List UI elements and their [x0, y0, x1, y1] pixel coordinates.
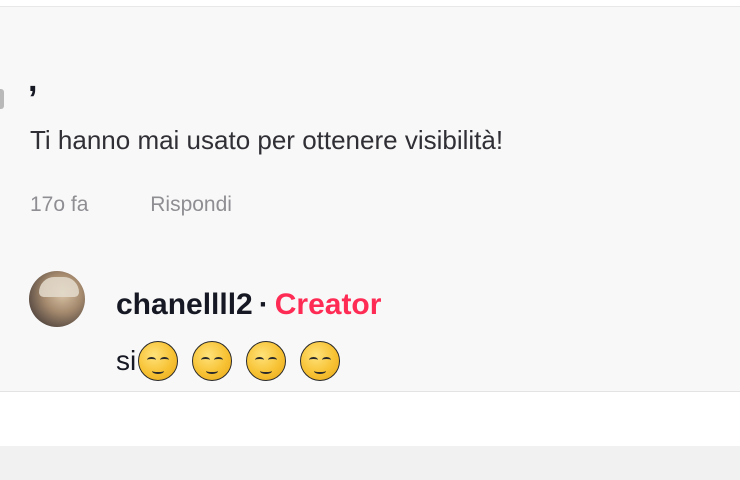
comment-card: , Ti hanno mai usato per ottenere visibi… [0, 6, 740, 392]
reply-username[interactable]: chanellll2 [116, 288, 253, 321]
comment-meta: 17o fa Rispondi [30, 190, 232, 220]
reply-header: chanellll2 · Creator [116, 286, 381, 329]
comment-input-bar [0, 446, 740, 480]
comment-author-name[interactable]: , [28, 63, 37, 97]
pensive-face-emoji-icon [192, 341, 233, 381]
creator-badge: Creator [274, 288, 382, 321]
reply-button[interactable]: Rispondi [150, 193, 232, 216]
avatar[interactable] [29, 271, 85, 327]
pensive-face-emoji-icon [138, 341, 179, 381]
pensive-face-emoji-icon [246, 341, 287, 381]
comment-text: Ti hanno mai usato per ottenere visibili… [30, 125, 504, 155]
cropped-avatar-edge [0, 89, 4, 109]
reply-text: si [116, 341, 354, 381]
separator-dot: · [258, 288, 269, 321]
comment-timestamp: 17o fa [30, 193, 89, 216]
avatar-image [39, 277, 79, 297]
reply-text-word: si [116, 345, 137, 376]
pensive-face-emoji-icon [300, 341, 341, 381]
